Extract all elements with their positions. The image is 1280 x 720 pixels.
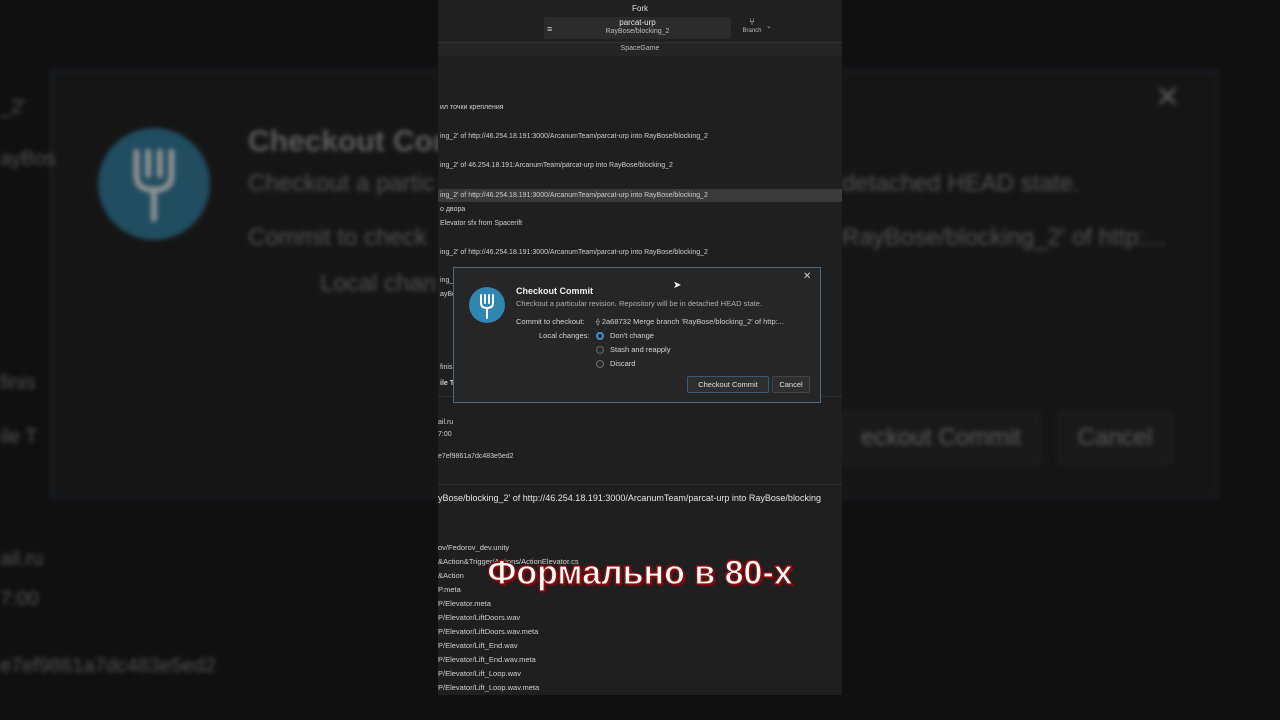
commit-row[interactable]: ing_2' of http://46.254.18.191:3000/Arca… xyxy=(440,133,708,140)
file-item[interactable]: P/Elevator/Lift_End.wav xyxy=(438,641,518,650)
panel-heading: ile T xyxy=(440,380,455,387)
background-local-changes: Local chan xyxy=(320,270,437,297)
checkout-commit-dialog: ✕ Checkout Commit Checkout a particular … xyxy=(453,267,821,403)
chevron-down-icon[interactable]: ⌄ xyxy=(766,22,772,30)
tab-bar: SpaceGame xyxy=(438,42,842,56)
background-left-text: _2' xyxy=(0,96,27,118)
mouse-cursor-icon: ➤ xyxy=(673,280,682,291)
background-cancel-button: Cancel xyxy=(1058,412,1172,464)
file-item[interactable]: P/Elevator/Lift_End.wav.meta xyxy=(438,655,536,664)
background-title: Checkout Com xyxy=(248,125,460,158)
radio-label: Don't change xyxy=(610,331,654,340)
branch-button[interactable]: ⑂ Branch xyxy=(738,17,766,35)
commit-row[interactable]: о двора xyxy=(440,206,465,213)
background-left-text: ile T xyxy=(0,426,38,448)
background-subtitle-right: detached HEAD state. xyxy=(842,170,1080,197)
background-left-text: e7ef9861a7dc483e5ed2 xyxy=(0,655,216,677)
background-commit-value: RayBose/blocking_2' of http:... xyxy=(842,224,1166,251)
commit-row[interactable]: Elevator sfx from Spacerift xyxy=(440,220,522,227)
fork-logo-icon xyxy=(469,287,505,323)
commit-icon: ⟠ xyxy=(596,317,600,326)
commit-sha[interactable]: e7ef9861a7dc483e5ed2 xyxy=(438,453,514,460)
branch-icon: ⑂ xyxy=(749,17,755,28)
file-item[interactable]: ov/Fedorov_dev.unity xyxy=(438,543,509,552)
author-email: ail.ru xyxy=(438,419,454,426)
local-changes-label: Local changes: xyxy=(539,331,590,340)
background-subtitle: Checkout a partic xyxy=(248,170,435,197)
current-branch: RayBose/blocking_2 xyxy=(605,28,670,35)
file-item[interactable]: P/Elevator.meta xyxy=(438,599,491,608)
repository-name: parcat-urp xyxy=(619,18,656,27)
commit-to-checkout-label: Commit to checkout: xyxy=(516,317,585,326)
commit-row[interactable]: ing_2' of 46.254.18.191:ArcanumTeam/parc… xyxy=(440,162,673,169)
dialog-subtitle: Checkout a particular revision. Reposito… xyxy=(516,299,762,308)
tab-spacegame[interactable]: SpaceGame xyxy=(438,45,842,52)
branch-label: Branch xyxy=(742,28,762,34)
commit-time: 7:00 xyxy=(438,431,452,438)
radio-button-checked[interactable] xyxy=(596,332,604,340)
background-checkout-button: eckout Commit xyxy=(842,412,1040,464)
fork-logo-icon xyxy=(98,128,210,240)
file-item[interactable]: P/Elevator/Lift_Loop.wav.meta xyxy=(438,683,539,692)
file-item[interactable]: P/Elevator/Lift_Loop.wav xyxy=(438,669,521,678)
close-icon[interactable]: ✕ xyxy=(803,271,811,282)
background-close-icon: ✕ xyxy=(1155,81,1181,114)
background-left-text: finis xyxy=(0,372,36,394)
commit-summary: 2a68732 Merge branch 'RayBose/blocking_2… xyxy=(601,317,784,326)
video-caption: Формально в 80-х xyxy=(487,553,794,592)
dialog-title: Checkout Commit xyxy=(516,286,594,296)
commit-row[interactable]: ing_2' of http://46.254.18.191:3000/Arca… xyxy=(440,249,708,256)
radio-button[interactable] xyxy=(596,346,604,354)
commit-message: yBose/blocking_2' of http://46.254.18.19… xyxy=(438,493,821,503)
commit-row-selected[interactable]: ing_2' of http://46.254.18.191:3000/Arca… xyxy=(438,189,842,202)
checkout-commit-button[interactable]: Checkout Commit xyxy=(687,376,769,393)
background-left-text: ayBos xyxy=(0,148,56,170)
repository-selector[interactable]: ≡ parcat-urp RayBose/blocking_2 xyxy=(544,17,731,39)
radio-label: Stash and reapply xyxy=(610,345,671,354)
radio-label: Discard xyxy=(610,359,636,368)
radio-button[interactable] xyxy=(596,360,604,368)
commit-row[interactable]: ил точки крепления xyxy=(440,104,504,111)
cancel-button[interactable]: Cancel xyxy=(772,376,810,393)
file-item[interactable]: P/Elevator/LiftDoors.wav xyxy=(438,613,520,622)
title-bar: Fork ≡ parcat-urp RayBose/blocking_2 ⑂ B… xyxy=(438,0,842,42)
commit-to-checkout-value: ⟠ 2a68732 Merge branch 'RayBose/blocking… xyxy=(596,317,784,326)
background-commit-label: Commit to check xyxy=(248,224,427,251)
file-item[interactable]: P/Elevator/LiftDoors.wav.meta xyxy=(438,627,538,636)
window-title: Fork xyxy=(632,4,648,13)
